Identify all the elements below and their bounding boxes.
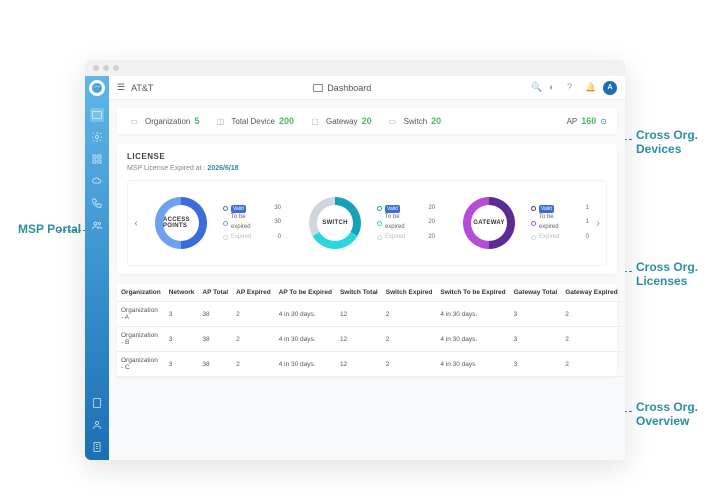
stat-switch: ▭Switch 20 xyxy=(386,116,442,126)
stat-gateway: ▢Gateway 20 xyxy=(308,116,372,126)
annotation-msp: MSP Portal xyxy=(18,222,81,236)
app-window: ☰ AT&T Dashboard 🔍 ◐ ? 🔔 A ▭Organization… xyxy=(85,60,625,460)
table-row[interactable]: Organization - B33824 in 30 days.1224 in… xyxy=(117,327,622,352)
page-title: Dashboard xyxy=(327,83,371,93)
table-header: AP Expired xyxy=(232,284,275,302)
carousel-next[interactable]: › xyxy=(590,218,606,229)
annotation-licenses: Cross Org. Licenses xyxy=(636,260,710,289)
table-header: AP Total xyxy=(198,284,232,302)
donut-chart: ACCESS POINTS xyxy=(145,187,217,259)
annotation-devices: Cross Org. Devices xyxy=(636,128,710,157)
sidebar-item-note[interactable] xyxy=(90,396,104,410)
sidebar-item-dashboard[interactable] xyxy=(90,108,104,122)
topbar: ☰ AT&T Dashboard 🔍 ◐ ? 🔔 A xyxy=(109,76,625,100)
donut-card: ACCESS POINTS Valid30 To be expired30 Ex… xyxy=(145,187,281,259)
stat-ap: AP 160 ⊙ xyxy=(567,116,607,126)
license-title: LICENSE xyxy=(127,152,607,161)
brand-logo xyxy=(89,80,105,96)
sidebar-item-phone[interactable] xyxy=(90,196,104,210)
overview-table: OrganizationNetworkAP TotalAP ExpiredAP … xyxy=(117,284,617,377)
carousel-prev[interactable]: ‹ xyxy=(128,218,144,229)
annotation-overview: Cross Org. Overview xyxy=(636,400,710,429)
license-panel: LICENSE MSP License Expired at : 2026/6/… xyxy=(117,144,617,274)
sidebar-item-user[interactable] xyxy=(90,418,104,432)
avatar[interactable]: A xyxy=(603,81,617,95)
table-row[interactable]: Organization - C33824 in 30 days.1224 in… xyxy=(117,352,622,377)
table-header: Organization xyxy=(117,284,165,302)
window-titlebar xyxy=(85,60,625,76)
search-icon[interactable]: 🔍 xyxy=(531,82,543,94)
table-header: Switch Expired xyxy=(382,284,437,302)
sidebar xyxy=(85,76,109,460)
license-expiry: MSP License Expired at : 2026/6/18 xyxy=(127,165,607,172)
table-header: Gateway Total xyxy=(510,284,562,302)
donut-card: GATEWAY Valid1 To be expired1 Expired0 xyxy=(453,187,589,259)
donut-chart: SWITCH xyxy=(299,187,371,259)
sidebar-item-settings[interactable] xyxy=(90,130,104,144)
table-header: AP To be Expired xyxy=(275,284,336,302)
main-area: ☰ AT&T Dashboard 🔍 ◐ ? 🔔 A ▭Organization… xyxy=(109,76,625,460)
table-header: Switch Total xyxy=(336,284,382,302)
hamburger-icon[interactable]: ☰ xyxy=(117,82,125,93)
theme-icon[interactable]: ◐ xyxy=(549,82,561,94)
stat-bar: ▭Organization 5 ◫Total Device 200 ▢Gatew… xyxy=(117,108,617,134)
help-icon[interactable]: ? xyxy=(567,82,579,94)
sidebar-item-building[interactable] xyxy=(90,440,104,454)
stat-total-device: ◫Total Device 200 xyxy=(213,116,294,126)
table-header: Gateway Expired xyxy=(561,284,621,302)
table-header: Switch To be Expired xyxy=(436,284,509,302)
table-row[interactable]: Organization - A33824 in 30 days.1224 in… xyxy=(117,302,622,327)
dashboard-icon xyxy=(313,84,323,92)
sidebar-item-cloud[interactable] xyxy=(90,174,104,188)
donut-chart: GATEWAY xyxy=(453,187,525,259)
sidebar-item-msp-portal[interactable] xyxy=(90,218,104,232)
donut-card: SWITCH Valid20 To be expired20 Expired20 xyxy=(299,187,435,259)
table-header: Network xyxy=(165,284,199,302)
sidebar-item-grid[interactable] xyxy=(90,152,104,166)
stat-organization: ▭Organization 5 xyxy=(127,116,199,126)
tenant-name: AT&T xyxy=(131,83,153,93)
bell-icon[interactable]: 🔔 xyxy=(585,82,597,94)
